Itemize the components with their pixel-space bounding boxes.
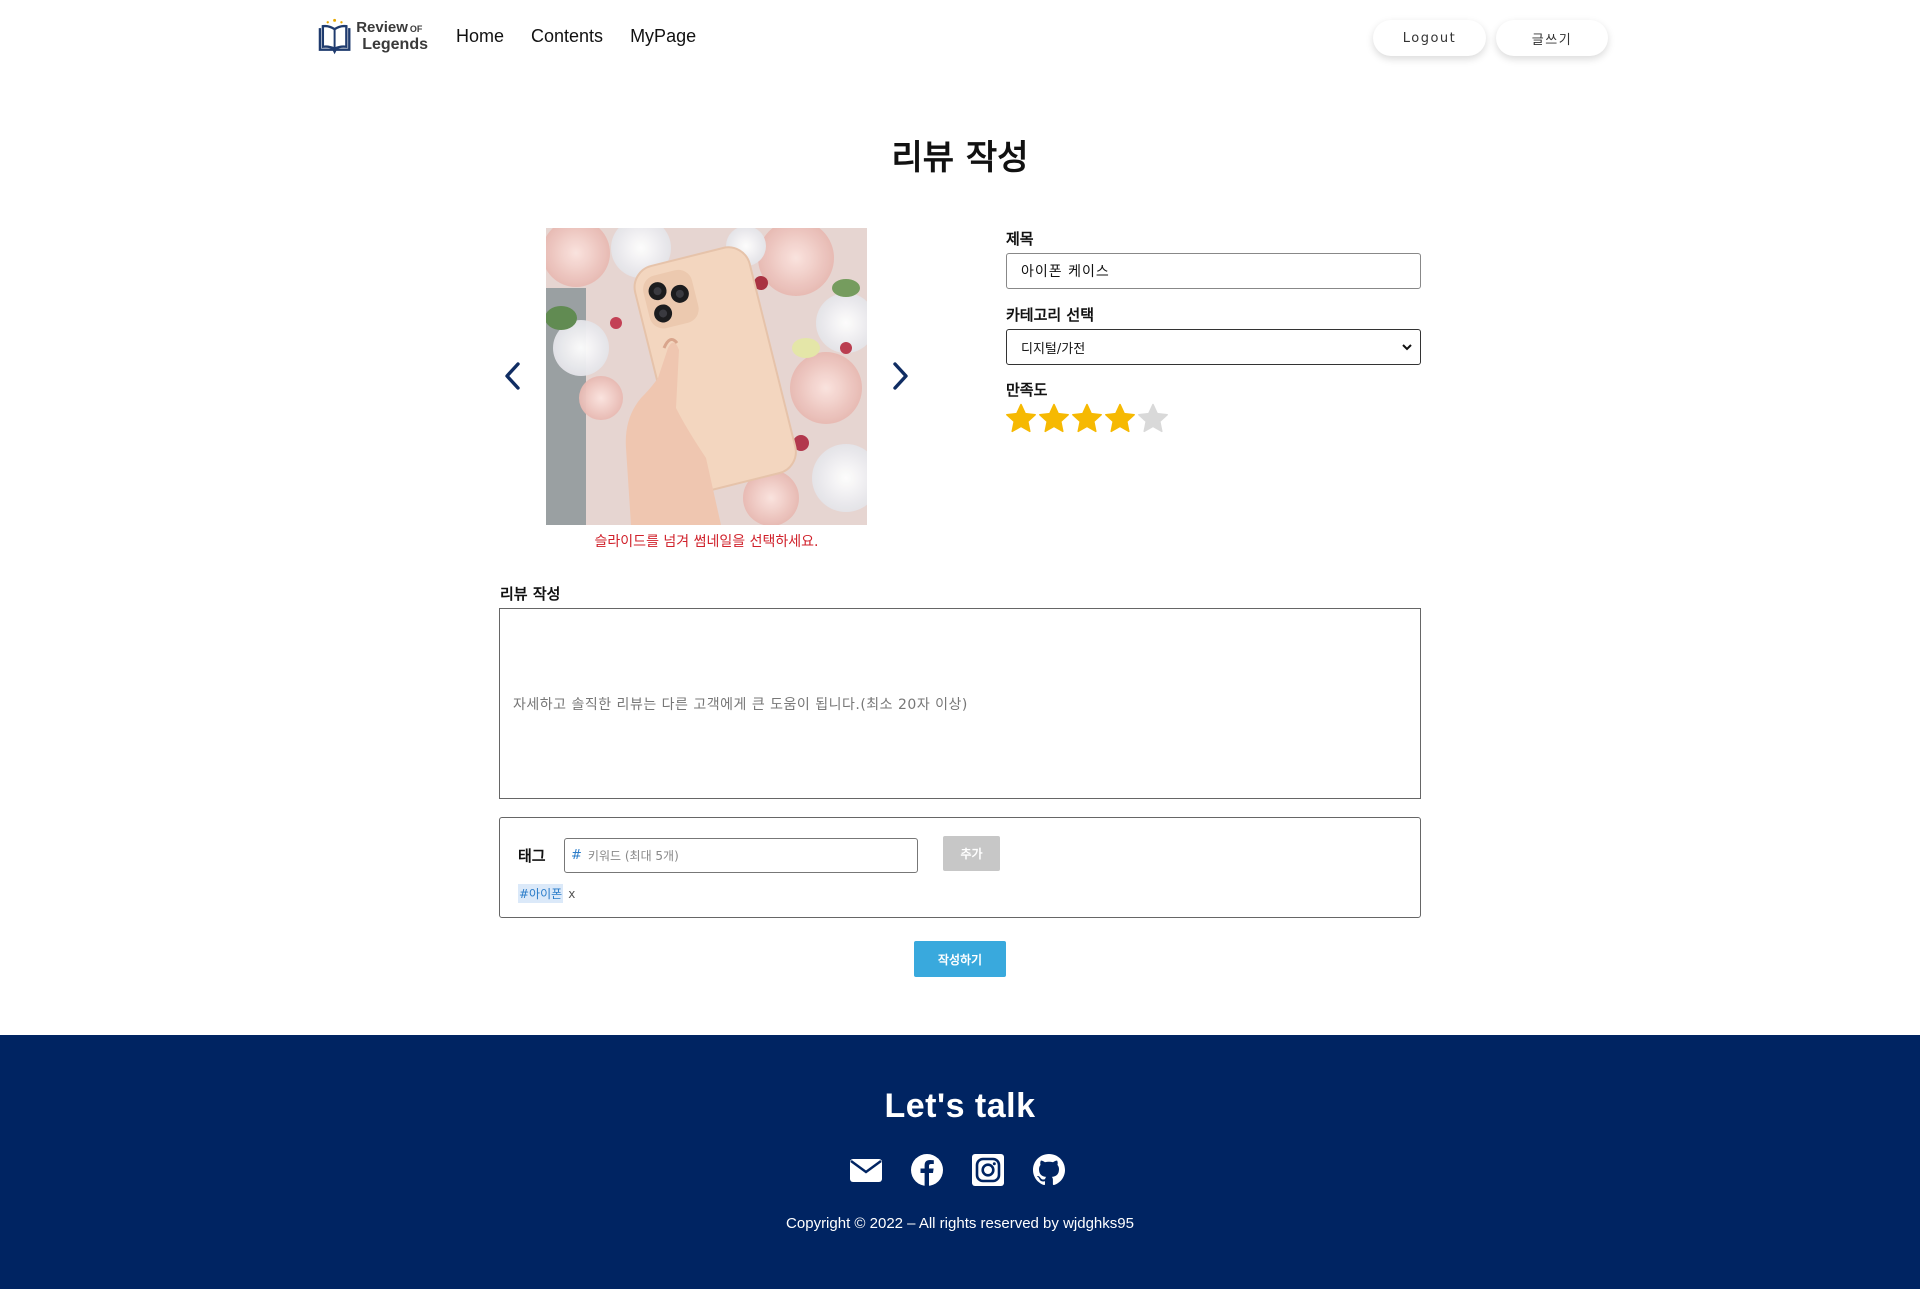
hash-icon: #: [571, 848, 582, 863]
title-label: 제목: [1006, 230, 1034, 248]
category-select-value: 디지털/가전: [1021, 341, 1086, 357]
page-title: 리뷰 작성: [891, 138, 1029, 178]
copyright: Copyright © 2022 – All rights reserved b…: [786, 1215, 1134, 1232]
tag-add-button[interactable]: 추가: [943, 836, 1000, 871]
chevron-left-icon: [505, 362, 520, 390]
book-logo-icon: [318, 18, 351, 55]
tag-box: 태그 # 키워드 (최대 5개) 추가 #아이폰 x: [499, 817, 1421, 918]
logo-line2: Legends: [362, 35, 428, 53]
star-filled-icon[interactable]: [1038, 403, 1070, 434]
tag-remove-button[interactable]: x: [568, 887, 575, 901]
title-input[interactable]: 아이폰 케이스: [1006, 253, 1421, 289]
thumbnail-image[interactable]: [546, 228, 867, 525]
social-links: [849, 1153, 1066, 1187]
nav-contents[interactable]: Contents: [531, 26, 603, 47]
chevron-right-icon: [893, 362, 908, 390]
footer: Let's talk Copyright © 2022 – All rights…: [0, 1035, 1920, 1289]
category-select[interactable]: 디지털/가전: [1006, 329, 1421, 365]
chevron-down-icon: [1402, 344, 1412, 351]
tag-chip: #아이폰 x: [518, 884, 575, 903]
star-empty-icon[interactable]: [1137, 403, 1169, 434]
github-icon[interactable]: [1032, 1153, 1066, 1187]
mail-icon[interactable]: [849, 1153, 883, 1187]
tag-input[interactable]: # 키워드 (최대 5개): [564, 838, 918, 873]
rating-label: 만족도: [1006, 381, 1048, 399]
slider-prev-button[interactable]: [498, 358, 528, 394]
star-filled-icon[interactable]: [1104, 403, 1136, 434]
write-button[interactable]: 글쓰기: [1496, 20, 1608, 56]
logout-button[interactable]: Logout: [1373, 20, 1486, 56]
logo-text: Review OF Legends: [356, 18, 428, 53]
main-nav: Home Contents MyPage: [456, 26, 696, 47]
logo[interactable]: Review OF Legends: [316, 14, 428, 58]
logo-line1: Review: [356, 18, 408, 36]
star-filled-icon[interactable]: [1005, 403, 1037, 434]
instagram-icon[interactable]: [971, 1153, 1005, 1187]
tag-label: 태그: [518, 847, 546, 865]
review-placeholder: 자세하고 솔직한 리뷰는 다른 고객에게 큰 도움이 됩니다.(최소 20자 이…: [513, 696, 968, 713]
submit-button[interactable]: 작성하기: [914, 941, 1006, 977]
facebook-icon[interactable]: [910, 1153, 944, 1187]
review-textarea[interactable]: 자세하고 솔직한 리뷰는 다른 고객에게 큰 도움이 됩니다.(최소 20자 이…: [499, 608, 1421, 799]
review-label: 리뷰 작성: [500, 585, 561, 603]
footer-title: Let's talk: [884, 1087, 1036, 1125]
title-input-value: 아이폰 케이스: [1021, 264, 1110, 280]
nav-home[interactable]: Home: [456, 26, 504, 47]
category-label: 카테고리 선택: [1006, 306, 1095, 324]
slider-hint: 슬라이드를 넘겨 썸네일을 선택하세요.: [594, 534, 819, 550]
tag-input-placeholder: 키워드 (최대 5개): [587, 849, 679, 863]
tag-chip-text: #아이폰: [518, 884, 564, 903]
star-filled-icon[interactable]: [1071, 403, 1103, 434]
header: Review OF Legends Home Contents MyPage Lo…: [0, 0, 1920, 78]
phone-case-photo: [546, 228, 867, 525]
nav-mypage[interactable]: MyPage: [630, 26, 696, 47]
slider-next-button[interactable]: [885, 358, 915, 394]
rating-stars: [1005, 403, 1169, 434]
logo-of: OF: [409, 23, 423, 34]
